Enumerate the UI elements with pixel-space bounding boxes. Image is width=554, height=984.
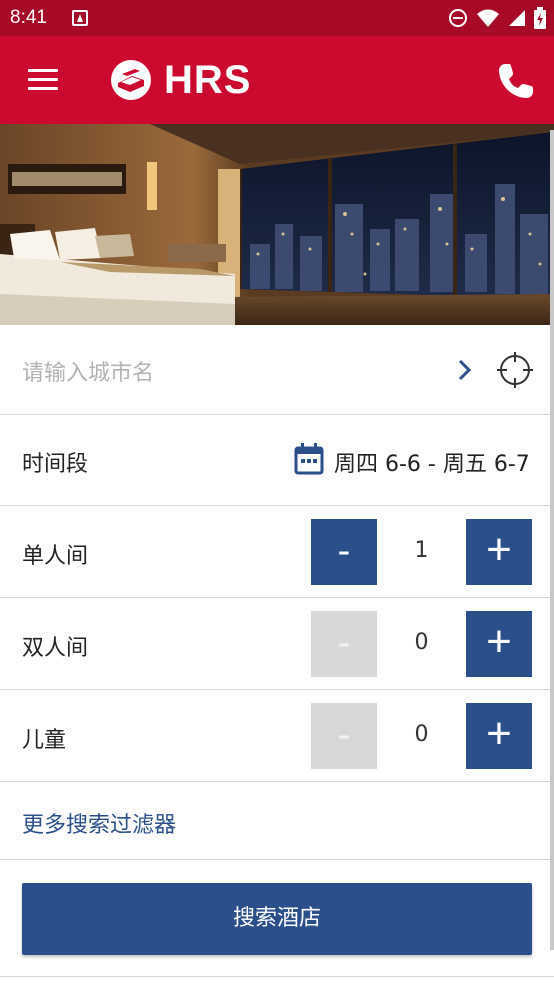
locate-crosshair-icon[interactable] <box>497 352 533 388</box>
city-input[interactable]: 请输入城市名 <box>22 355 154 387</box>
battery-icon <box>534 7 546 29</box>
more-filters-link[interactable]: 更多搜索过滤器 <box>22 807 176 839</box>
double-room-count: 0 <box>414 630 429 655</box>
do-not-disturb-icon <box>449 9 467 27</box>
signal-icon <box>509 10 525 26</box>
children-label: 儿童 <box>22 728 67 753</box>
hotel-room-image <box>0 124 554 325</box>
more-filters-row: 更多搜索过滤器 <box>0 782 550 860</box>
children-minus-button[interactable]: - <box>311 703 377 769</box>
search-hotels-button[interactable]: 搜索酒店 <box>22 883 532 955</box>
status-bar: 8:41 <box>0 0 554 36</box>
double-room-row: 双人间 - 0 + <box>0 598 550 690</box>
scrollbar[interactable] <box>550 130 554 950</box>
wifi-icon <box>477 9 499 27</box>
children-count: 0 <box>414 722 429 747</box>
chevron-right-icon[interactable] <box>456 358 474 382</box>
hrs-bed-logo <box>111 60 151 100</box>
status-icons <box>448 7 546 29</box>
app-bar: HRS <box>0 36 554 124</box>
date-range-row[interactable]: 时间段 周四 6-6 - 周五 6-7 <box>0 415 550 506</box>
calendar-icon <box>294 443 324 475</box>
date-label: 时间段 <box>22 452 89 477</box>
notification-icon <box>72 10 88 26</box>
double-room-minus-button[interactable]: - <box>311 611 377 677</box>
single-room-plus-button[interactable]: + <box>466 519 532 585</box>
double-room-plus-button[interactable]: + <box>466 611 532 677</box>
double-room-label: 双人间 <box>22 636 89 661</box>
single-room-label: 单人间 <box>22 544 89 569</box>
children-plus-button[interactable]: + <box>466 703 532 769</box>
single-room-count: 1 <box>414 538 429 563</box>
hrs-logo: HRS <box>110 58 251 102</box>
children-row: 儿童 - 0 + <box>0 690 550 782</box>
date-range-value[interactable]: 周四 6-6 - 周五 6-7 <box>334 446 530 478</box>
phone-icon[interactable] <box>496 61 536 101</box>
status-time: 8:41 <box>10 7 47 28</box>
single-room-minus-button[interactable]: - <box>311 519 377 585</box>
logo-text: HRS <box>164 57 252 102</box>
menu-icon[interactable] <box>28 69 58 91</box>
city-search-row[interactable]: 请输入城市名 <box>0 325 550 415</box>
divider <box>0 976 554 977</box>
single-room-row: 单人间 - 1 + <box>0 506 550 598</box>
